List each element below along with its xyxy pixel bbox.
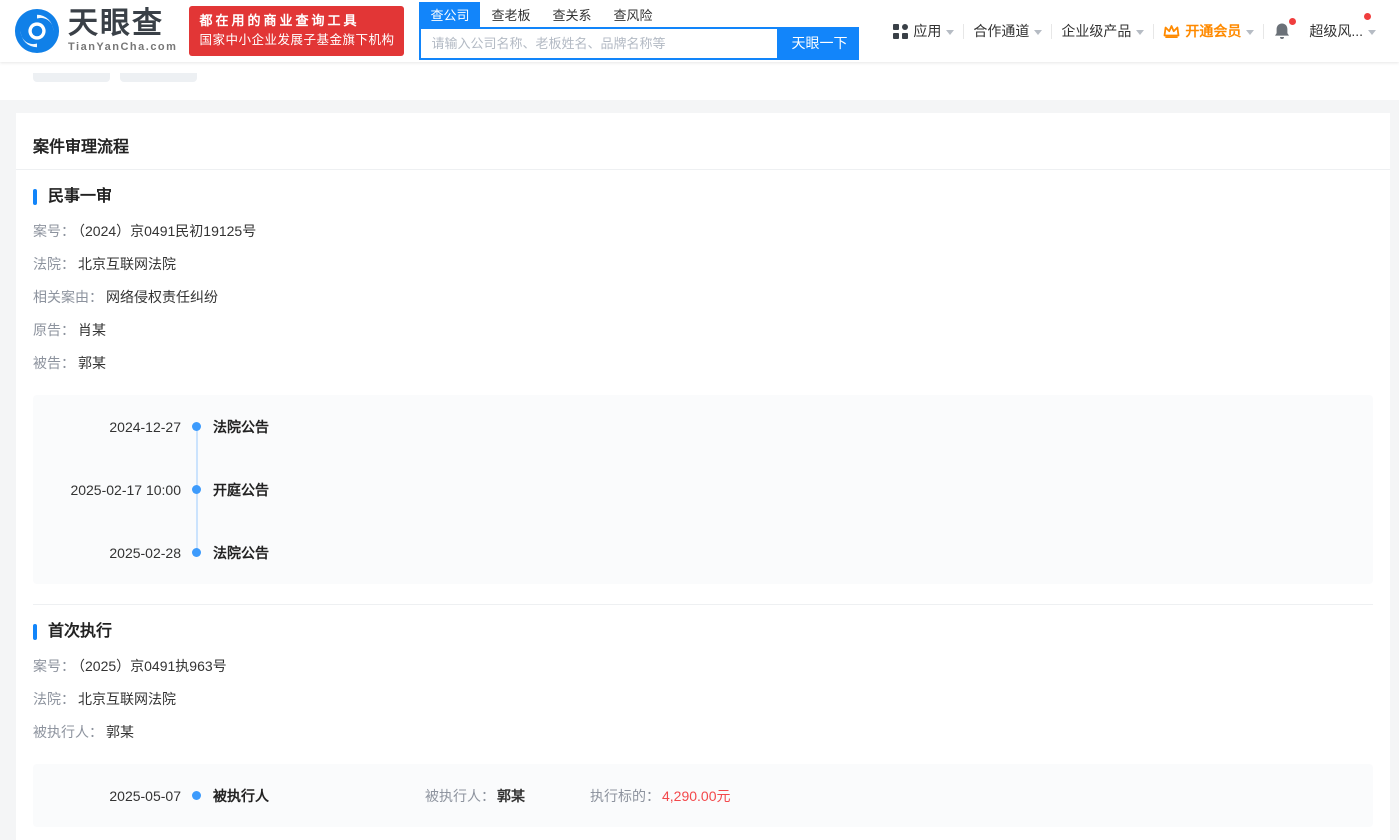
field-case-number: 案号：（2024）京0491民初19125号 — [33, 221, 1373, 241]
search-tab-company[interactable]: 查公司 — [419, 2, 480, 27]
field-label: 被执行人： — [33, 724, 103, 740]
chevron-down-icon — [1246, 30, 1254, 35]
search-button[interactable]: 天眼一下 — [779, 27, 859, 60]
field-case-number: 案号：（2025）京0491执963号 — [33, 656, 1373, 676]
bell-icon — [1273, 22, 1291, 41]
timeline-dot-icon — [192, 422, 201, 431]
logo-title: 天眼查 — [68, 9, 177, 39]
nav-partner-label: 合作通道 — [973, 21, 1029, 41]
timeline-item: 2025-05-07 被执行人 被执行人：郭某 执行标的：4,290.00元 — [33, 764, 1373, 827]
section-accent-bar — [33, 189, 37, 205]
field-value: （2024）京0491民初19125号 — [78, 223, 256, 239]
field-label: 原告： — [33, 322, 75, 338]
field-label: 被告： — [33, 355, 75, 371]
field-value: 郭某 — [78, 355, 106, 371]
timeline-dot-icon — [192, 791, 201, 800]
clipped-card-strip — [0, 62, 1399, 100]
field-executee: 被执行人：郭某 — [33, 722, 1373, 742]
timeline-dot-icon — [192, 548, 201, 557]
nav-apps[interactable]: 应用 — [884, 21, 963, 41]
nav-partner-channel[interactable]: 合作通道 — [964, 21, 1051, 41]
tianyancha-logo[interactable]: 天眼查 TianYanCha.com — [14, 8, 177, 54]
page-title: 案件审理流程 — [33, 113, 1373, 157]
timeline-dot-icon — [192, 485, 201, 494]
field-defendant: 被告：郭某 — [33, 353, 1373, 373]
field-court: 法院：北京互联网法院 — [33, 689, 1373, 709]
chevron-down-icon — [1034, 30, 1042, 35]
timeline-date: 2025-05-07 — [33, 788, 181, 804]
chevron-down-icon — [1368, 30, 1376, 35]
case-process-card: 案件审理流程 民事一审 案号：（2024）京0491民初19125号 法院：北京… — [16, 113, 1390, 840]
top-nav: 应用 合作通道 企业级产品 开通会员 — [884, 21, 1385, 41]
search-input[interactable] — [419, 27, 779, 60]
timeline-panel: 2025-05-07 被执行人 被执行人：郭某 执行标的：4,290.00元 — [33, 764, 1373, 827]
top-header: 天眼查 TianYanCha.com 都在用的商业查询工具 国家中小企业发展子基… — [0, 0, 1399, 62]
nav-risk-label: 超级风... — [1309, 21, 1363, 41]
page-gap — [0, 100, 1399, 113]
field-court: 法院：北京互联网法院 — [33, 254, 1373, 274]
timeline-extra-executee: 被执行人：郭某 — [425, 786, 525, 806]
risk-badge — [1364, 13, 1371, 20]
extra-label: 被执行人： — [425, 788, 495, 804]
field-label: 案号： — [33, 223, 75, 239]
nav-vip-label: 开通会员 — [1185, 21, 1241, 41]
chevron-down-icon — [1136, 30, 1144, 35]
section-title: 民事一审 — [48, 186, 112, 208]
timeline-label: 法院公告 — [213, 543, 269, 563]
field-value: 郭某 — [106, 724, 134, 740]
section-title: 首次执行 — [48, 621, 112, 643]
field-label: 相关案由： — [33, 289, 103, 305]
timeline-date: 2025-02-17 10:00 — [33, 482, 181, 498]
nav-open-vip[interactable]: 开通会员 — [1154, 21, 1263, 41]
timeline-label: 开庭公告 — [213, 480, 269, 500]
extra-amount: 4,290.00元 — [662, 788, 731, 804]
field-value: 肖某 — [78, 322, 106, 338]
field-label: 法院： — [33, 691, 75, 707]
timeline-label: 被执行人 — [213, 786, 269, 806]
logo-domain: TianYanCha.com — [68, 42, 177, 53]
timeline-item: 2024-12-27 法院公告 — [33, 395, 1373, 458]
search-tabs: 查公司 查老板 查关系 查风险 — [419, 3, 859, 27]
timeline-date: 2025-02-28 — [33, 545, 181, 561]
field-cause: 相关案由：网络侵权责任纠纷 — [33, 287, 1373, 307]
nav-super-risk[interactable]: 超级风... — [1300, 21, 1385, 41]
logo-eye-icon — [14, 8, 60, 54]
field-label: 法院： — [33, 256, 75, 272]
search-block: 查公司 查老板 查关系 查风险 天眼一下 — [419, 3, 859, 60]
crown-icon — [1163, 24, 1180, 39]
extra-value: 郭某 — [497, 788, 525, 804]
field-value: 网络侵权责任纠纷 — [106, 289, 218, 305]
promo-banner-line1: 都在用的商业查询工具 — [199, 11, 394, 31]
field-value: （2025）京0491执963号 — [78, 658, 227, 674]
promo-banner: 都在用的商业查询工具 国家中小企业发展子基金旗下机构 — [189, 6, 404, 56]
apps-grid-icon — [893, 24, 908, 39]
section-civil-first-trial: 民事一审 案号：（2024）京0491民初19125号 法院：北京互联网法院 相… — [33, 170, 1373, 584]
search-tab-risk[interactable]: 查风险 — [603, 2, 664, 27]
section-first-execution: 首次执行 案号：（2025）京0491执963号 法院：北京互联网法院 被执行人… — [33, 605, 1373, 827]
nav-enterprise-products[interactable]: 企业级产品 — [1052, 21, 1153, 41]
timeline-label: 法院公告 — [213, 417, 269, 437]
promo-banner-line2: 国家中小企业发展子基金旗下机构 — [199, 31, 394, 50]
timeline-item: 2025-02-17 10:00 开庭公告 — [33, 458, 1373, 521]
field-value: 北京互联网法院 — [78, 256, 176, 272]
notifications-button[interactable] — [1264, 22, 1300, 41]
timeline-extra-target-amount: 执行标的：4,290.00元 — [590, 786, 731, 806]
partial-button[interactable] — [120, 73, 197, 82]
section-accent-bar — [33, 624, 37, 640]
timeline-item: 2025-02-28 法院公告 — [33, 521, 1373, 584]
extra-label: 执行标的： — [590, 788, 660, 804]
notification-badge — [1289, 18, 1296, 25]
field-value: 北京互联网法院 — [78, 691, 176, 707]
timeline-date: 2024-12-27 — [33, 419, 181, 435]
nav-enterprise-label: 企业级产品 — [1061, 21, 1131, 41]
field-label: 案号： — [33, 658, 75, 674]
timeline-panel: 2024-12-27 法院公告 2025-02-17 10:00 开庭公告 20… — [33, 395, 1373, 584]
chevron-down-icon — [946, 30, 954, 35]
search-tab-boss[interactable]: 查老板 — [480, 2, 541, 27]
nav-apps-label: 应用 — [913, 21, 941, 41]
field-plaintiff: 原告：肖某 — [33, 320, 1373, 340]
partial-button[interactable] — [33, 73, 110, 82]
search-tab-relation[interactable]: 查关系 — [541, 2, 602, 27]
